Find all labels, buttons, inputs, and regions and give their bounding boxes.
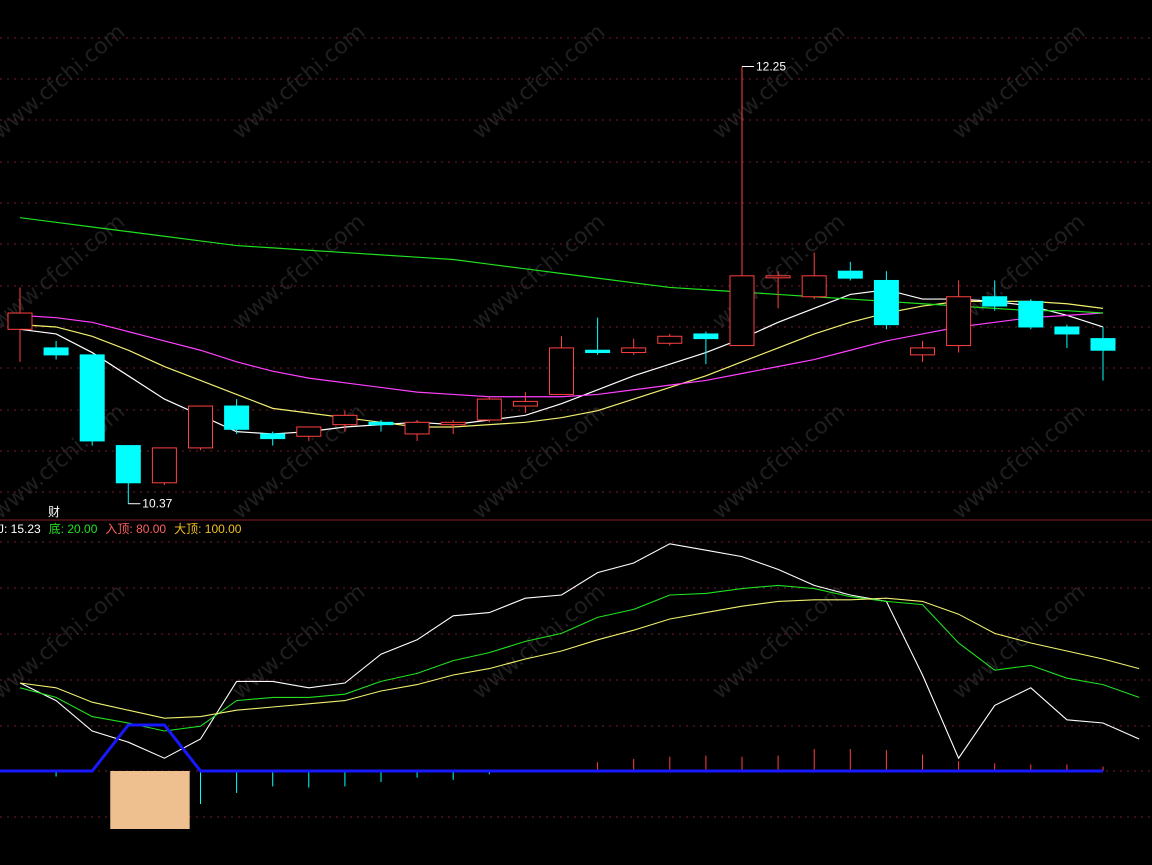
watermark-text: www.cfchi.com bbox=[708, 399, 850, 524]
candle-body bbox=[621, 347, 647, 354]
candle-body bbox=[982, 296, 1008, 307]
candle-body bbox=[1054, 326, 1080, 335]
candle-body bbox=[1018, 300, 1044, 328]
watermark-text: www.cfchi.com bbox=[708, 209, 850, 334]
candle-body bbox=[512, 400, 538, 407]
candle-body bbox=[260, 433, 286, 440]
candle-body bbox=[79, 354, 105, 442]
candle-body bbox=[1090, 338, 1116, 351]
annotation-label: 10.37 bbox=[142, 497, 172, 511]
candle-body bbox=[946, 296, 972, 347]
signal-line bbox=[20, 723, 1103, 773]
indicator-line bbox=[19, 543, 1140, 760]
candle-body bbox=[657, 335, 683, 344]
candle-body bbox=[43, 347, 69, 356]
watermark-text: www.cfchi.com bbox=[468, 19, 610, 144]
watermark-text: www.cfchi.com bbox=[0, 399, 130, 524]
watermark-text: www.cfchi.com bbox=[948, 579, 1090, 704]
candle-body bbox=[332, 414, 358, 426]
candle-body bbox=[115, 445, 141, 484]
candle-body bbox=[151, 447, 177, 484]
candle-body bbox=[585, 349, 611, 354]
candle-body bbox=[693, 333, 719, 340]
candle-body bbox=[765, 275, 791, 279]
watermark-text: www.cfchi.com bbox=[228, 209, 370, 334]
candle-body bbox=[549, 347, 574, 395]
watermark-text: www.cfchi.com bbox=[948, 19, 1090, 144]
candle-body bbox=[224, 405, 250, 430]
watermark-text: www.cfchi.com bbox=[948, 399, 1090, 524]
watermark-text: www.cfchi.com bbox=[708, 579, 850, 704]
watermark-layer: www.cfchi.com www.cfchi.com www.cfchi.com w… bbox=[0, 19, 1090, 704]
annotation-label: 12.25 bbox=[756, 60, 786, 74]
candle-body bbox=[873, 279, 899, 326]
legend-entry: 底: 20.00 bbox=[49, 521, 98, 536]
indicator-legend: J: 15.23 底: 20.00 入顶: 80.00 大顶: 100.00 bbox=[0, 521, 242, 536]
legend-entry: J: 15.23 bbox=[0, 522, 41, 536]
annotation-layer: 10.37 12.25 bbox=[128, 60, 786, 511]
legend-entry: 大顶: 100.00 bbox=[174, 522, 242, 536]
candle-body bbox=[910, 347, 935, 356]
candle-body bbox=[188, 405, 213, 449]
legend-entry: 入顶: 80.00 bbox=[105, 522, 166, 536]
label-marker: 财 bbox=[48, 505, 60, 519]
candle-body bbox=[440, 421, 466, 426]
candle-body bbox=[404, 421, 430, 435]
watermark-text: www.cfchi.com bbox=[468, 209, 610, 334]
candle-body bbox=[729, 275, 755, 347]
candle-body bbox=[801, 275, 827, 298]
candle-body bbox=[476, 398, 502, 421]
signal-box bbox=[110, 771, 190, 829]
stock-chart: www.cfchi.com www.cfchi.com www.cfchi.com w… bbox=[0, 19, 1152, 829]
candle-body bbox=[368, 421, 394, 426]
candle-body bbox=[837, 270, 863, 279]
candle-body bbox=[296, 426, 322, 437]
watermark-text: www.cfchi.com bbox=[0, 19, 130, 144]
candle-body bbox=[7, 312, 33, 330]
watermark-text: www.cfchi.com bbox=[228, 19, 370, 144]
watermark-text: www.cfchi.com bbox=[0, 579, 130, 704]
